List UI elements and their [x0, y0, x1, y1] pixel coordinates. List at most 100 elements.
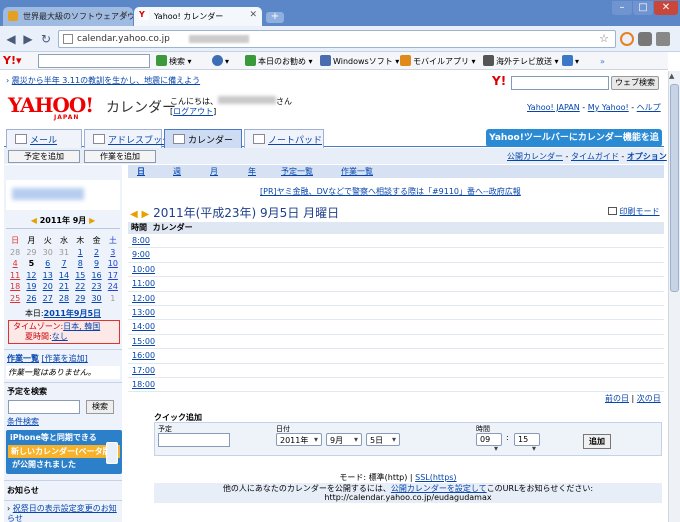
tab-addressbook[interactable]: アドレスブック [84, 129, 171, 148]
hour-link[interactable]: 18:00 [132, 380, 155, 389]
tab-mail[interactable]: メール [6, 129, 82, 148]
minical-day[interactable]: 13 [40, 270, 56, 282]
browser-tab-active[interactable]: Y Yahoo! カレンダー ✕ [134, 7, 262, 26]
options-link[interactable]: オプション [627, 152, 667, 161]
address-bar[interactable]: calendar.yahoo.co.jp ☆ [58, 30, 616, 48]
yahoo-toolbar-logo-icon[interactable]: Y!▾ [3, 54, 31, 68]
minical-day[interactable]: 29 [23, 247, 39, 259]
ssl-link[interactable]: SSL(https) [415, 473, 456, 482]
pr-link[interactable]: [PR]ヤミ金融、DVなどで警察へ相談する際は「#9110」番へ--政府広報 [260, 186, 521, 197]
hour-link[interactable]: 16:00 [132, 351, 155, 360]
minical-day[interactable]: 25 [7, 293, 23, 305]
hour-row[interactable]: 15:00 [128, 335, 664, 350]
minical-day[interactable]: 1 [105, 293, 121, 305]
toolbar-item[interactable]: 海外テレビ放送 ▾ [483, 54, 559, 69]
bookmark-star-icon[interactable]: ☆ [599, 32, 609, 45]
hour-link[interactable]: 17:00 [132, 366, 155, 375]
minical-day[interactable]: 22 [72, 281, 88, 293]
hour-link[interactable]: 14:00 [132, 322, 155, 331]
hour-select[interactable]: 09 [476, 433, 502, 446]
minical-day[interactable]: 30 [40, 247, 56, 259]
hour-link[interactable]: 8:00 [132, 236, 150, 245]
minical-day[interactable]: 24 [105, 281, 121, 293]
tab-calendar[interactable]: カレンダー [164, 129, 242, 148]
close-window-button[interactable]: ✕ [654, 1, 678, 15]
hour-row[interactable]: 17:00 [128, 364, 664, 378]
next-month-icon[interactable]: ▶ [89, 216, 95, 225]
time-guide-link[interactable]: タイムガイド [571, 152, 619, 161]
minical-day[interactable]: 27 [40, 293, 56, 305]
toolbar-overflow-icon[interactable]: » [600, 54, 605, 69]
minical-day[interactable]: 28 [56, 293, 72, 305]
view-tab-day[interactable]: 日 [132, 166, 150, 177]
hour-link[interactable]: 11:00 [132, 279, 155, 288]
minical-day[interactable]: 10 [105, 258, 121, 270]
quick-add-button[interactable]: 追加 [583, 434, 611, 449]
notice-link[interactable]: › 震災から半年 3.11の教訓を生かし、地震に備えよう [6, 75, 200, 86]
hour-link[interactable]: 13:00 [132, 308, 155, 317]
news-item-link[interactable]: 祝祭日の表示設定変更のお知らせ [7, 504, 117, 522]
hour-row[interactable]: 8:00 [128, 234, 664, 249]
prev-day-icon[interactable]: ◀ [130, 209, 138, 220]
minical-day[interactable]: 17 [105, 270, 121, 282]
year-select[interactable]: 2011年 [276, 433, 322, 446]
view-tab-month[interactable]: 月 [205, 166, 223, 177]
close-tab-icon[interactable]: ✕ [120, 10, 128, 20]
toolbar-item[interactable]: モバイルアプリ ▾ [400, 54, 476, 69]
hour-link[interactable]: 9:00 [132, 250, 150, 259]
minical-day[interactable]: 7 [56, 258, 72, 270]
hour-link[interactable]: 15:00 [132, 337, 155, 346]
hour-link[interactable]: 12:00 [132, 294, 155, 303]
iphone-sync-banner[interactable]: iPhone等と同期できる 新しいカレンダー(ベータ版) が公開されました [6, 430, 122, 474]
minical-day[interactable]: 16 [88, 270, 104, 282]
hour-row[interactable]: 10:00 [128, 263, 664, 278]
next-day-link[interactable]: 次の日 [637, 394, 661, 403]
extension-icon[interactable] [620, 32, 634, 46]
minical-day[interactable]: 14 [56, 270, 72, 282]
minical-day[interactable]: 15 [72, 270, 88, 282]
toolbar-item[interactable]: Windowsソフト ▾ [320, 54, 399, 69]
toolbar-item[interactable]: 本日のお勧め ▾ [245, 54, 313, 69]
minical-day[interactable]: 6 [40, 258, 56, 270]
hour-link[interactable]: 10:00 [132, 265, 155, 274]
timezone-link[interactable]: 日本, 韓国 [63, 322, 100, 331]
scrollbar-thumb[interactable] [670, 84, 679, 292]
add-task-button[interactable]: 作業を追加 [84, 150, 156, 163]
public-calendar-link[interactable]: 公開カレンダー [507, 152, 563, 161]
minute-select[interactable]: 15 [514, 433, 540, 446]
minical-day[interactable]: 29 [72, 293, 88, 305]
event-search-button[interactable]: 検索 [86, 400, 114, 414]
minical-day[interactable]: 31 [56, 247, 72, 259]
minical-day[interactable]: 2 [88, 247, 104, 259]
day-select[interactable]: 5日 [366, 433, 400, 446]
extension-icon[interactable] [638, 32, 652, 46]
view-tab-task-list[interactable]: 作業一覧 [336, 166, 378, 177]
view-tab-year[interactable]: 年 [243, 166, 261, 177]
task-list-link[interactable]: 作業一覧 [7, 354, 39, 363]
minical-day[interactable]: 20 [40, 281, 56, 293]
link-help[interactable]: ヘルプ [637, 103, 661, 112]
hour-row[interactable]: 14:00 [128, 320, 664, 335]
minical-day[interactable]: 21 [56, 281, 72, 293]
minical-day[interactable]: 23 [88, 281, 104, 293]
maximize-button[interactable]: □ [633, 1, 653, 15]
minical-day[interactable]: 8 [72, 258, 88, 270]
forward-arrow-icon[interactable]: ▶ [20, 31, 36, 47]
link-my-yahoo[interactable]: My Yahoo! [588, 103, 629, 112]
prev-day-link[interactable]: 前の日 [605, 394, 629, 403]
minical-day[interactable]: 4 [7, 258, 23, 270]
event-search-input[interactable] [8, 400, 80, 414]
toolbar-item[interactable]: ▾ [562, 54, 579, 69]
add-task-link[interactable]: [作業を追加] [42, 354, 88, 363]
hour-row[interactable]: 12:00 [128, 292, 664, 306]
toolbar-search-button[interactable]: 検索 ▾ [156, 54, 192, 69]
print-mode-link[interactable]: 印刷モード [608, 206, 660, 217]
hour-row[interactable]: 13:00 [128, 306, 664, 321]
web-search-button[interactable]: ウェブ検索 [611, 76, 659, 90]
browser-tab[interactable]: 世界最大級のソフトウェアダウ... ✕ [3, 7, 133, 26]
dst-link[interactable]: なし [52, 332, 68, 341]
advanced-search-link[interactable]: 条件検索 [7, 416, 39, 427]
close-tab-icon[interactable]: ✕ [249, 10, 257, 20]
hour-row[interactable]: 16:00 [128, 349, 664, 364]
minical-day[interactable]: 9 [88, 258, 104, 270]
